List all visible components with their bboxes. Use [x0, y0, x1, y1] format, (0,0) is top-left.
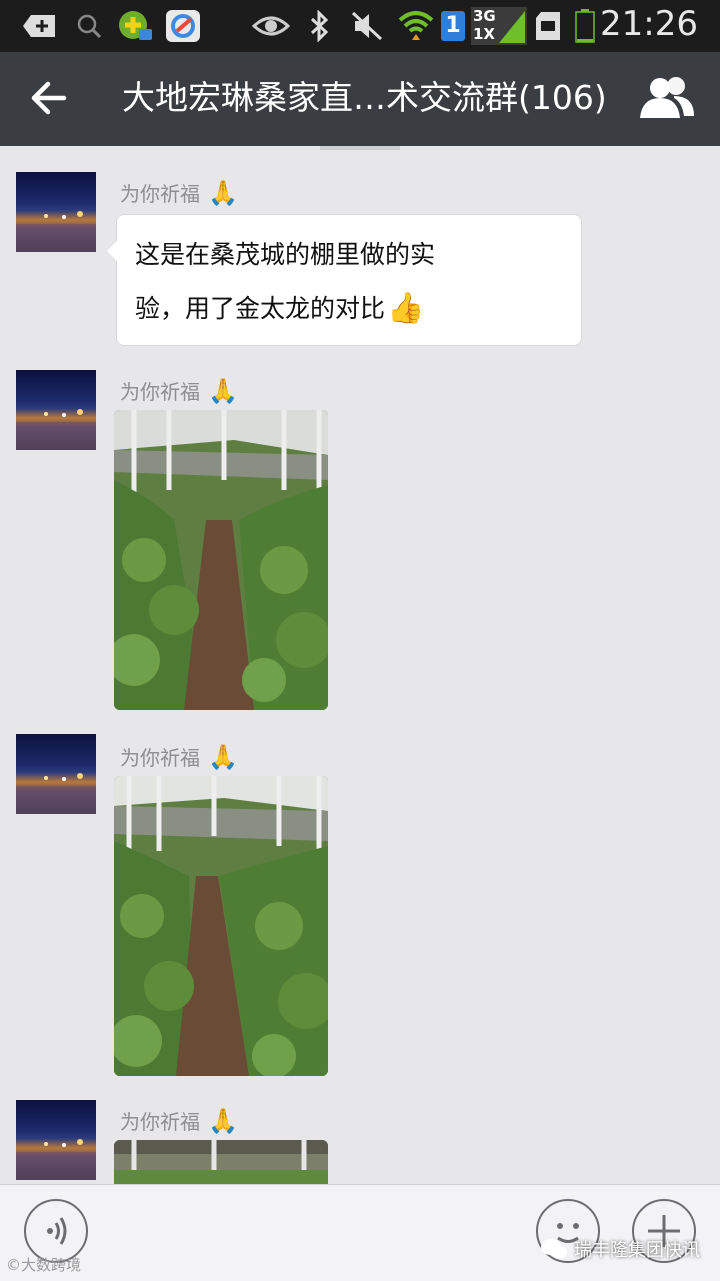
sim-slot-label: 1	[441, 11, 465, 41]
clock: 21:26	[600, 4, 698, 44]
praying-hands-icon: 🙏	[208, 742, 238, 771]
sender-name: 为你祈福 🙏	[120, 376, 238, 405]
text-message-bubble[interactable]: 这是在桑茂城的棚里做的实 验，用了金太龙的对比 👍	[107, 214, 582, 346]
avatar[interactable]	[16, 734, 96, 814]
sender-name: 为你祈福 🙏	[120, 178, 238, 207]
message-text-line2-row: 验，用了金太龙的对比 👍	[135, 289, 563, 329]
mute-icon	[350, 10, 384, 42]
greenhouse-photo	[114, 776, 328, 1076]
app-notification-icon-2	[164, 10, 202, 42]
chat-header: 大地宏琳桑家直…术交流群(106)	[0, 52, 720, 146]
back-button[interactable]	[26, 74, 74, 122]
watermark-left: ©大数跨境	[6, 1256, 82, 1274]
image-message[interactable]	[114, 1140, 328, 1184]
image-message[interactable]	[114, 410, 328, 710]
scroll-indicator	[320, 146, 400, 150]
praying-hands-icon: 🙏	[208, 376, 238, 405]
sender-name-text: 为你祈福	[120, 380, 200, 404]
bluetooth-icon	[306, 10, 332, 42]
avatar[interactable]	[16, 172, 96, 252]
network-type-bottom: 1X	[473, 25, 496, 43]
app-notification-icon	[116, 10, 154, 42]
group-members-button[interactable]	[638, 74, 696, 122]
battery-icon	[574, 9, 596, 43]
network-type-top: 3G	[473, 7, 496, 25]
voice-input-icon	[47, 1217, 67, 1245]
avatar[interactable]	[16, 370, 96, 450]
watermark-right: 瑞丰隆集团快讯	[540, 1236, 700, 1262]
thumbs-up-icon: 👍	[387, 291, 425, 326]
signal-icon: 3G 1X	[470, 7, 528, 45]
message-text-line2: 验，用了金太龙的对比	[135, 294, 386, 323]
sender-name: 为你祈福 🙏	[120, 742, 238, 771]
praying-hands-icon: 🙏	[208, 178, 238, 207]
chat-title: 大地宏琳桑家直…术交流群(106)	[122, 78, 607, 117]
greenhouse-photo	[114, 1140, 328, 1184]
search-icon	[74, 10, 104, 42]
sender-name-text: 为你祈福	[120, 1110, 200, 1134]
greenhouse-photo	[114, 410, 328, 710]
sender-name: 为你祈福 🙏	[120, 1106, 238, 1135]
avatar[interactable]	[16, 1100, 96, 1180]
message-text-line1: 这是在桑茂城的棚里做的实	[135, 240, 436, 269]
status-bar: 1 3G 1X 21:26	[0, 0, 720, 52]
eye-icon	[252, 10, 290, 42]
sender-name-text: 为你祈福	[120, 182, 200, 206]
arrow-left-icon	[31, 81, 67, 115]
praying-hands-icon: 🙏	[208, 1106, 238, 1135]
watermark-right-text: 瑞丰隆集团快讯	[574, 1240, 700, 1261]
wifi-icon	[398, 10, 434, 42]
sender-name-text: 为你祈福	[120, 746, 200, 770]
group-members-icon	[640, 77, 694, 118]
usb-debug-icon	[22, 10, 58, 42]
wechat-logo-icon	[541, 1239, 567, 1259]
image-message[interactable]	[114, 776, 328, 1076]
input-bar	[0, 1184, 720, 1281]
sd-card-icon	[534, 10, 562, 42]
sim-icon: 1	[440, 10, 466, 42]
